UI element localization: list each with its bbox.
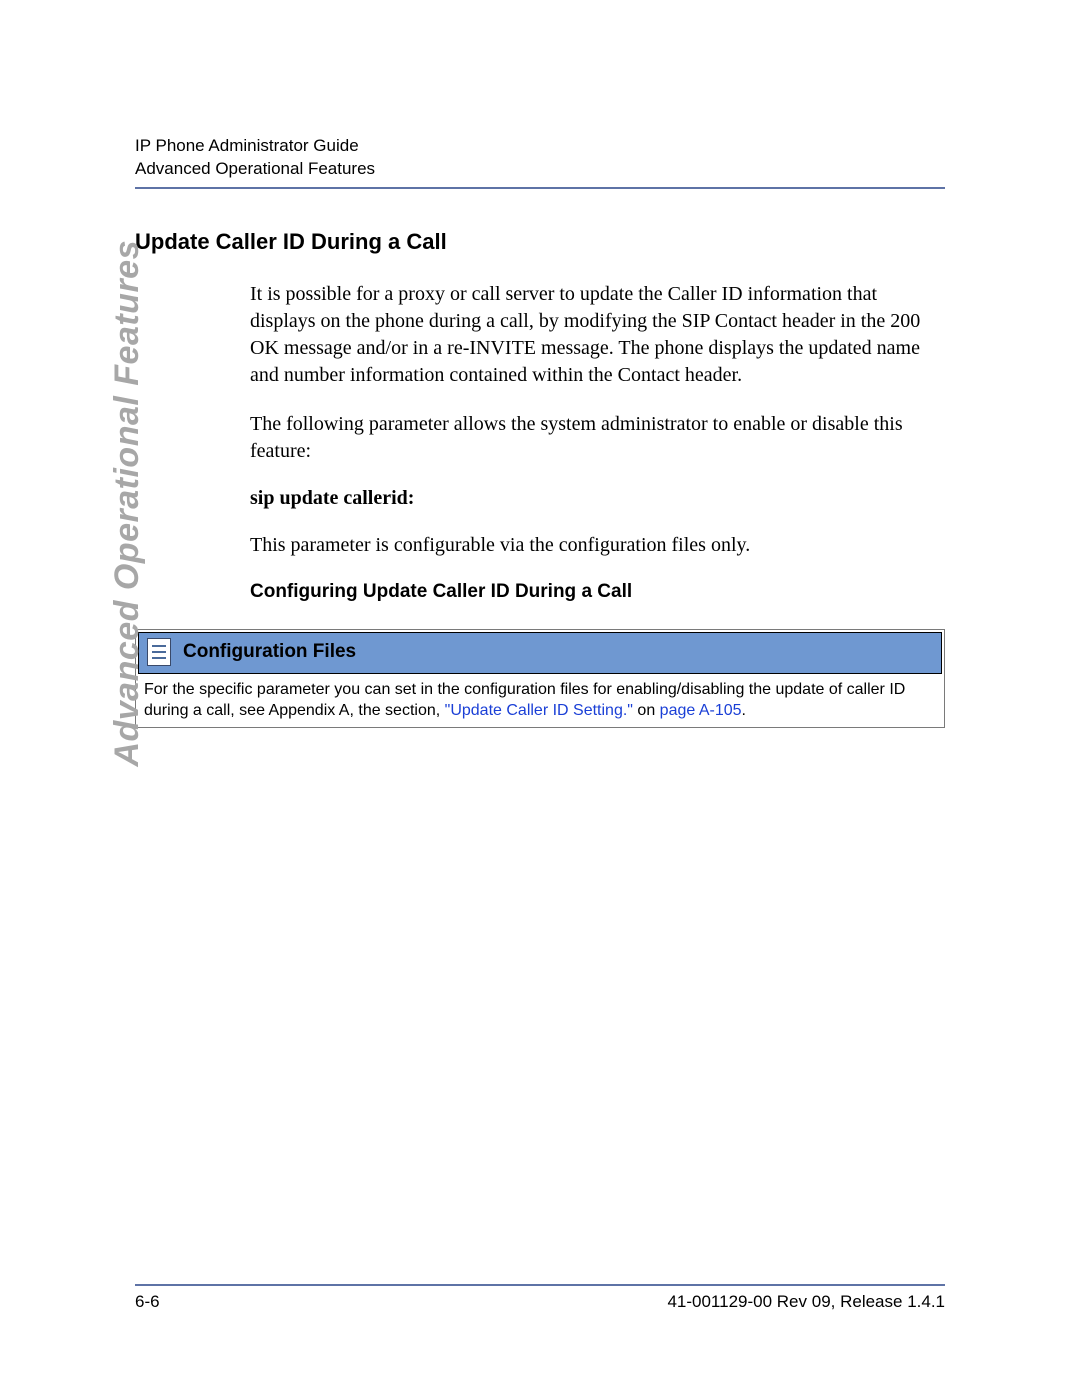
config-body-mid: on [633,702,660,719]
header-line-1: IP Phone Administrator Guide [135,135,945,158]
page-footer: 6-6 41-001129-00 Rev 09, Release 1.4.1 [135,1284,945,1312]
section-title: Update Caller ID During a Call [135,229,945,255]
paragraph-1: It is possible for a proxy or call serve… [250,281,945,389]
config-files-box-title: Configuration Files [183,641,356,663]
subheading: Configuring Update Caller ID During a Ca… [250,581,945,603]
link-update-caller-id-setting[interactable]: "Update Caller ID Setting." [445,702,633,719]
config-body-suffix: . [742,702,746,719]
parameter-name: sip update callerid: [250,487,945,510]
paragraph-2: The following parameter allows the syste… [250,411,945,465]
body-column: It is possible for a proxy or call serve… [250,281,945,603]
link-page-a-105[interactable]: page A-105 [660,702,742,719]
page-number: 6-6 [135,1292,160,1312]
config-files-box-header: Configuration Files [138,632,942,674]
config-files-box: Configuration Files For the specific par… [135,629,945,729]
document-page: IP Phone Administrator Guide Advanced Op… [0,0,1080,1397]
config-files-box-body: For the specific parameter you can set i… [136,676,944,728]
footer-rule [135,1284,945,1286]
header-rule [135,187,945,189]
header-line-2: Advanced Operational Features [135,158,945,181]
paragraph-3: This parameter is configurable via the c… [250,532,945,559]
running-header: IP Phone Administrator Guide Advanced Op… [135,135,945,181]
doc-revision-info: 41-001129-00 Rev 09, Release 1.4.1 [667,1292,945,1312]
footer-row: 6-6 41-001129-00 Rev 09, Release 1.4.1 [135,1292,945,1312]
document-icon [147,638,171,666]
side-tab-label: Advanced Operational Features [108,0,147,240]
